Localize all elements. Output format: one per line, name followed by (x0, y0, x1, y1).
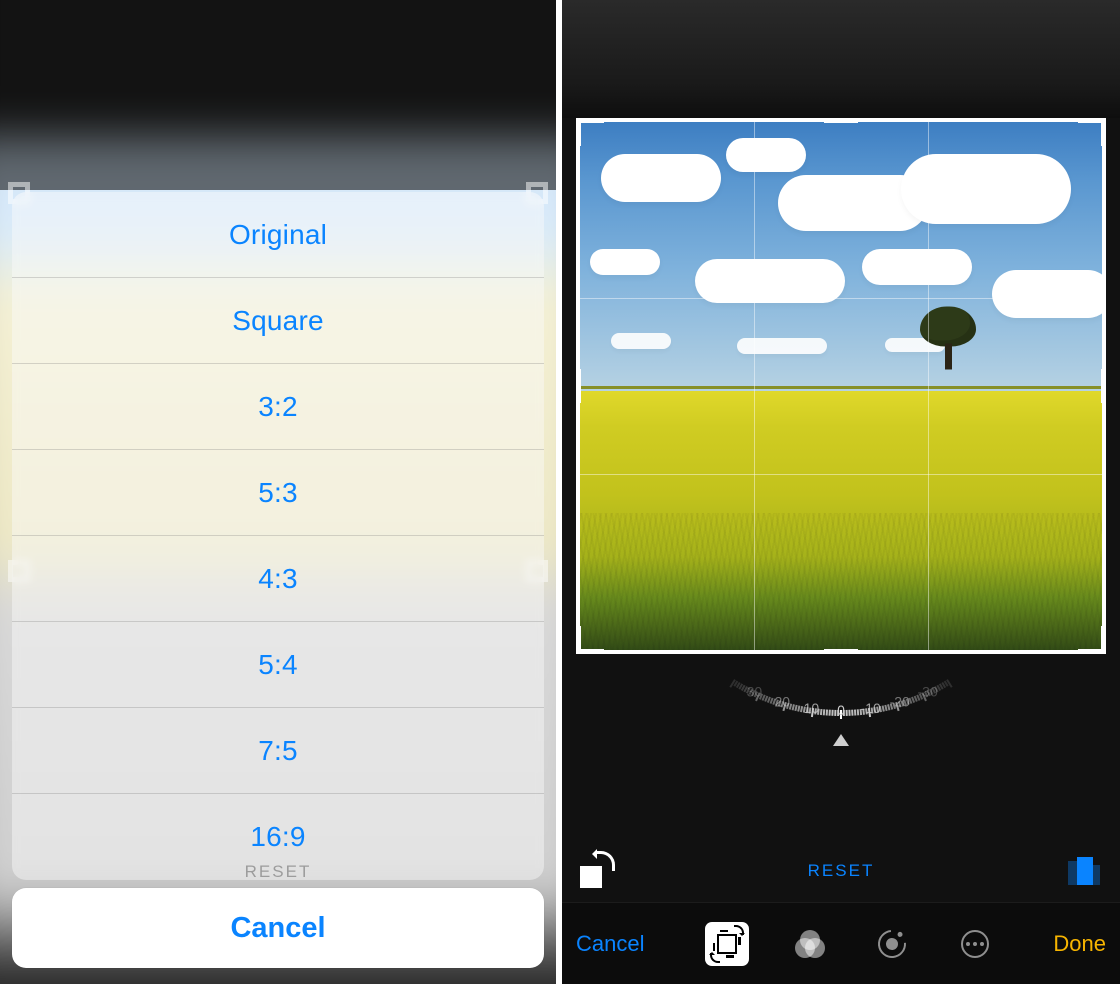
crop-handle-edge[interactable] (824, 118, 858, 123)
crop-handle-edge[interactable] (1101, 369, 1106, 403)
done-button[interactable]: Done (1036, 931, 1106, 957)
tool-more[interactable] (953, 922, 997, 966)
left-screenshot: Original Square 3:2 5:3 4:3 5:4 7:5 16:9… (0, 0, 556, 984)
dial-needle-icon (833, 734, 849, 746)
aspect-option-3-2[interactable]: 3:2 (12, 364, 544, 450)
rotate-icon[interactable] (580, 854, 614, 888)
reset-button[interactable]: RESET (808, 861, 875, 881)
dial-label: -30 (928, 683, 953, 706)
adjust-icon (873, 924, 912, 963)
tool-filters[interactable] (788, 922, 832, 966)
aspect-option-4-3[interactable]: 4:3 (12, 536, 544, 622)
bottom-toolbar: Cancel Done (562, 902, 1120, 984)
right-screenshot: -30-20-100102030 RESET Cancel (562, 0, 1120, 984)
top-dark-bar (562, 0, 1120, 118)
reset-label-behind-sheet: RESET (245, 862, 312, 882)
crop-handle-corner[interactable] (1078, 118, 1106, 146)
top-dark-overlay (0, 0, 556, 190)
more-icon (961, 930, 989, 958)
aspect-option-5-3[interactable]: 5:3 (12, 450, 544, 536)
aspect-option-original[interactable]: Original (12, 192, 544, 278)
crop-icon (714, 931, 740, 957)
tool-crop[interactable] (705, 922, 749, 966)
aspect-ratio-icon[interactable] (1068, 857, 1102, 885)
dial-label: -20 (900, 696, 924, 717)
crop-toolbar: RESET (562, 840, 1120, 902)
cancel-button[interactable]: Cancel (576, 931, 666, 957)
crop-handle-edge[interactable] (576, 369, 581, 403)
crop-handle-corner[interactable] (576, 118, 604, 146)
dial-label: -10 (871, 705, 893, 724)
crop-handle-corner[interactable] (576, 626, 604, 654)
filters-icon (795, 930, 825, 958)
tool-adjust[interactable] (870, 922, 914, 966)
aspect-option-square[interactable]: Square (12, 278, 544, 364)
cancel-button[interactable]: Cancel (12, 888, 544, 968)
aspect-option-5-4[interactable]: 5:4 (12, 622, 544, 708)
aspect-option-7-5[interactable]: 7:5 (12, 708, 544, 794)
aspect-ratio-list: Original Square 3:2 5:3 4:3 5:4 7:5 16:9 (12, 192, 544, 880)
crop-handle-corner[interactable] (1078, 626, 1106, 654)
crop-grid-line (580, 474, 1102, 475)
crop-grid-line (580, 298, 1102, 299)
straighten-dial[interactable]: -30-20-100102030 (626, 660, 1056, 746)
dial-label: 0 (841, 710, 849, 726)
action-sheet: Original Square 3:2 5:3 4:3 5:4 7:5 16:9 (12, 192, 544, 880)
dial-label: 20 (778, 702, 797, 722)
dial-label: 10 (809, 708, 827, 726)
